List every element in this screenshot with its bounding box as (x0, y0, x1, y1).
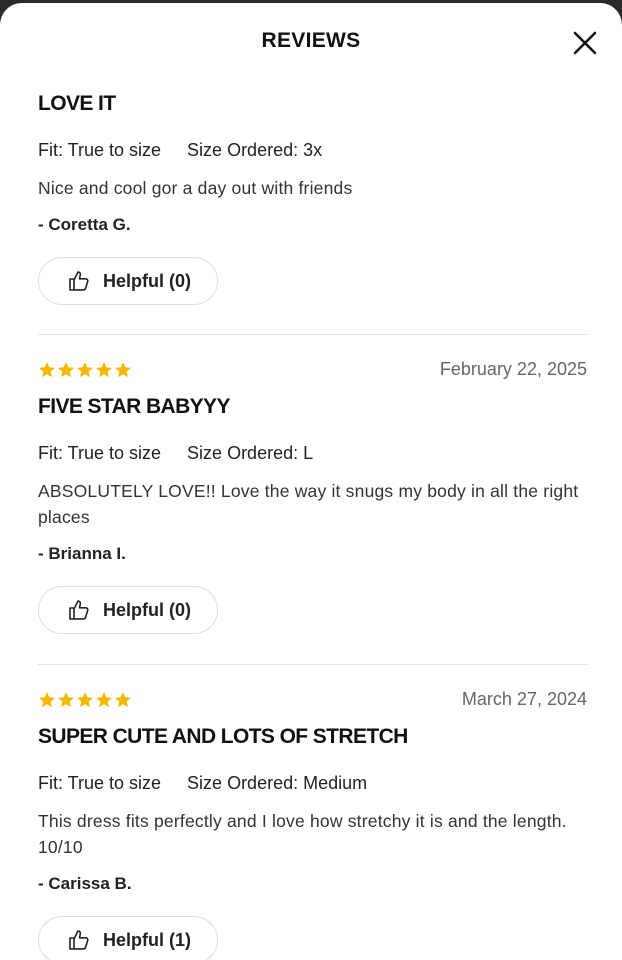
star-icon (115, 362, 131, 378)
fit-label: Fit: True to size (38, 140, 162, 160)
star-rating (38, 361, 132, 379)
star-icon (39, 362, 55, 378)
star-icon (77, 692, 93, 708)
review-body: Nice and cool gor a day out with friends (38, 178, 353, 198)
modal-header: REVIEWS (0, 3, 622, 79)
review-date: February 22, 2025 (439, 359, 587, 379)
review-item: February 22, 2025 FIVE STAR BABYYY Fit: … (38, 335, 587, 665)
helpful-label: Helpful (1) (103, 929, 191, 950)
star-icon (77, 362, 93, 378)
review-fit-info: Fit: True to size Size Ordered: L (38, 443, 587, 464)
size-ordered-label: Size Ordered: 3x (187, 140, 323, 160)
thumbs-up-icon (69, 600, 89, 620)
thumbs-up-icon (69, 271, 89, 291)
review-author: - Brianna I. (38, 544, 126, 563)
helpful-button[interactable]: Helpful (1) (38, 916, 218, 960)
review-item: LOVE IT Fit: True to size Size Ordered: … (38, 79, 587, 335)
review-author: - Carissa B. (38, 874, 132, 893)
star-icon (39, 692, 55, 708)
size-ordered-label: Size Ordered: L (187, 443, 314, 463)
size-ordered-label: Size Ordered: Medium (187, 773, 368, 793)
review-body: This dress fits perfectly and I love how… (38, 811, 567, 857)
page-title: REVIEWS (261, 29, 361, 52)
star-rating (38, 691, 132, 709)
review-title: LOVE IT (38, 92, 116, 115)
review-title: SUPER CUTE AND LOTS OF STRETCH (38, 725, 408, 748)
star-icon (58, 362, 74, 378)
review-item: March 27, 2024 SUPER CUTE AND LOTS OF ST… (38, 665, 587, 960)
review-meta: March 27, 2024 (38, 689, 587, 711)
close-button[interactable] (572, 30, 598, 56)
helpful-label: Helpful (0) (103, 599, 191, 620)
close-icon (573, 31, 597, 55)
review-meta: February 22, 2025 (38, 359, 587, 381)
helpful-button[interactable]: Helpful (0) (38, 257, 218, 305)
fit-label: Fit: True to size (38, 773, 162, 793)
helpful-button[interactable]: Helpful (0) (38, 586, 218, 634)
review-author: - Coretta G. (38, 215, 131, 234)
thumbs-up-icon (69, 930, 89, 950)
review-date: March 27, 2024 (461, 689, 587, 709)
fit-label: Fit: True to size (38, 443, 162, 463)
star-icon (115, 692, 131, 708)
star-icon (58, 692, 74, 708)
reviews-modal: REVIEWS LOVE IT Fit: True to size Size O… (0, 3, 622, 960)
review-body: ABSOLUTELY LOVE!! Love the way it snugs … (38, 481, 579, 527)
review-fit-info: Fit: True to size Size Ordered: Medium (38, 773, 587, 794)
review-fit-info: Fit: True to size Size Ordered: 3x (38, 140, 587, 161)
star-icon (96, 362, 112, 378)
helpful-label: Helpful (0) (103, 270, 191, 291)
star-icon (96, 692, 112, 708)
review-title: FIVE STAR BABYYY (38, 395, 230, 418)
